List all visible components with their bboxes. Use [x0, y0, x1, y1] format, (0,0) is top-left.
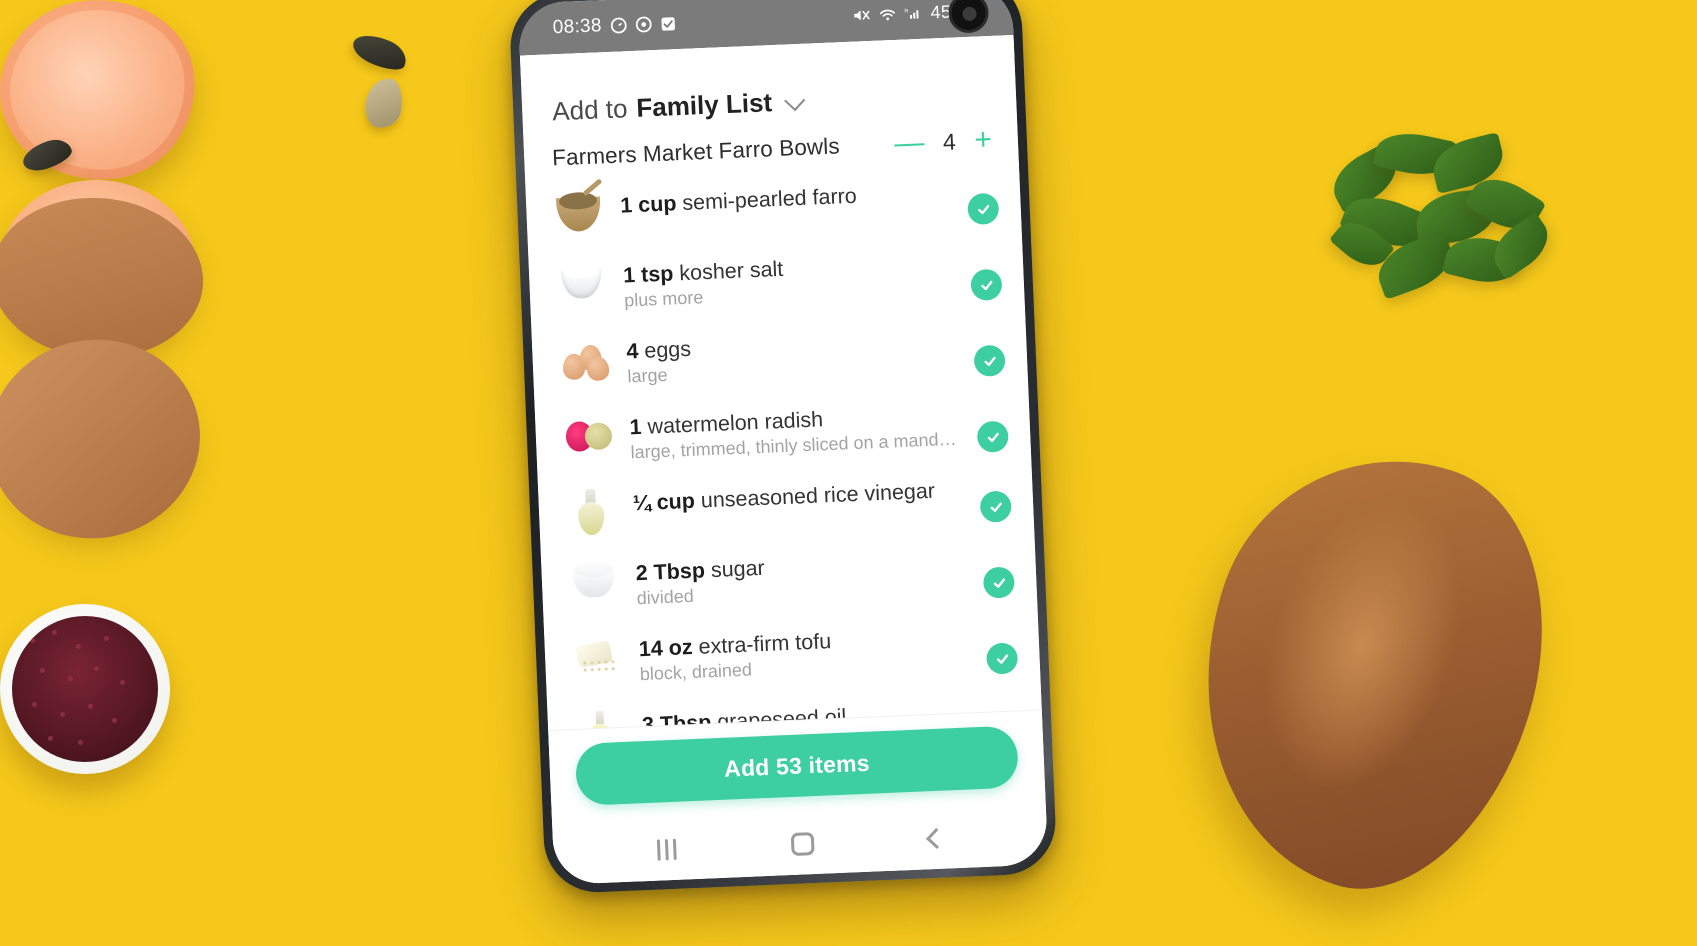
tofu-thumb: [570, 634, 624, 682]
sweet-potato-slice-2: [0, 173, 202, 359]
sugar-thumb: [567, 558, 621, 606]
oil-thumb: [573, 710, 627, 731]
decrement-servings-button[interactable]: —: [894, 126, 925, 160]
ingredient-qty: 4: [625, 338, 639, 364]
chevron-down-icon[interactable]: [784, 90, 806, 112]
checkbox-checked-icon[interactable]: [982, 566, 1016, 599]
phone-device: 08:38 R Add to Family List Farmers Marke…: [508, 0, 1058, 895]
svg-text:R: R: [904, 8, 908, 14]
ingredient-list: 1 cup semi-pearled farro 1 tsp kosher sa…: [525, 158, 1042, 731]
servings-stepper[interactable]: — 4 +: [894, 123, 993, 160]
alarm-icon: [610, 17, 627, 34]
clock-icon: [635, 16, 652, 33]
sheet-grabber[interactable]: [731, 49, 803, 60]
ingredient-name: watermelon radish: [647, 407, 824, 439]
back-icon[interactable]: [925, 827, 947, 849]
whole-sweet-potato: [1146, 414, 1594, 926]
phone-screen: 08:38 R Add to Family List Farmers Marke…: [517, 0, 1049, 885]
add-to-label: Add to: [551, 93, 629, 127]
ingredient-name: semi-pearled farro: [681, 183, 858, 216]
ingredient-line: 1 cup semi-pearled farro: [620, 180, 952, 219]
ingredient-qty: 1 tsp: [622, 261, 674, 288]
list-name-label: Family List: [635, 87, 773, 123]
checkbox-checked-icon[interactable]: [967, 192, 1000, 226]
increment-servings-button[interactable]: +: [974, 123, 993, 157]
swiss-chard-greens: [1320, 126, 1570, 330]
home-icon[interactable]: [790, 831, 815, 856]
ingredient-name: kosher salt: [678, 256, 784, 286]
checkbox-checked-icon[interactable]: [970, 268, 1003, 301]
quinoa-grains: [12, 616, 158, 762]
pumpkin-seed-3: [362, 75, 406, 131]
quinoa-bowl: [0, 604, 170, 774]
recents-icon[interactable]: [656, 838, 677, 861]
pumpkin-seed-2: [348, 27, 412, 77]
servings-value: 4: [942, 128, 957, 155]
radish-thumb: [561, 412, 615, 460]
salt-bowl-thumb: [555, 260, 609, 308]
checkbox-checked-icon[interactable]: [985, 642, 1019, 675]
checkbox-checked-icon[interactable]: [979, 490, 1012, 523]
ingredient-name: unseasoned rice vinegar: [700, 478, 936, 513]
ingredient-qty: 14 oz: [638, 634, 694, 662]
vinegar-thumb: [564, 488, 618, 536]
ingredient-qty: 2 Tbsp: [635, 558, 706, 586]
farro-bowl-thumb: [552, 190, 606, 238]
mute-icon: [852, 7, 871, 24]
ingredient-name: extra-firm tofu: [698, 629, 832, 659]
front-camera-punchhole: [947, 0, 990, 34]
add-items-button[interactable]: Add 53 items: [574, 725, 1020, 806]
checkbox-checked-icon[interactable]: [976, 420, 1009, 453]
sweet-potato-slice-3: [0, 334, 204, 542]
eggs-thumb: [558, 336, 612, 384]
wifi-icon: [878, 6, 897, 22]
app-content: Add to Family List Farmers Market Farro …: [519, 34, 1049, 885]
ingredient-line: ¼ cup unseasoned rice vinegar: [632, 478, 964, 517]
recipe-title: Farmers Market Farro Bowls: [551, 133, 841, 171]
ingredient-qty: 1: [629, 414, 643, 440]
status-time: 08:38: [552, 15, 603, 39]
ingredient-qty: ¼ cup: [632, 488, 696, 516]
ingredient-name: sugar: [710, 555, 766, 583]
ingredient-name: eggs: [643, 336, 692, 363]
checkbox-icon: [660, 16, 676, 32]
signal-roaming-icon: R: [904, 5, 923, 22]
checkbox-checked-icon[interactable]: [973, 344, 1006, 377]
ingredient-qty: 1 cup: [619, 191, 677, 218]
